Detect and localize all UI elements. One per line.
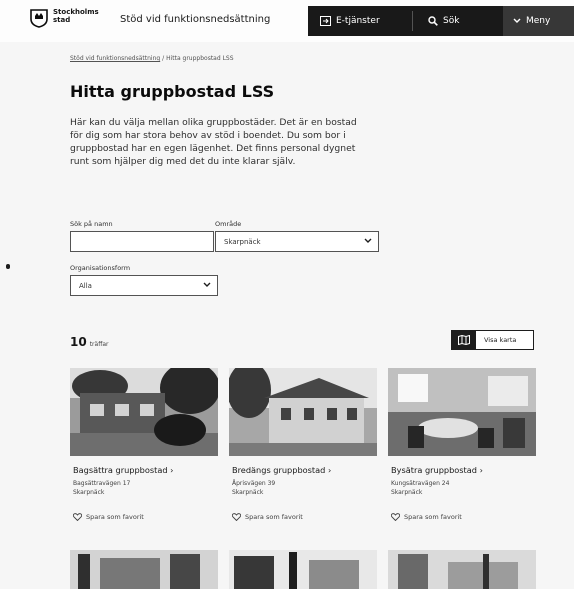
save-favorite-button[interactable]: Spara som favorit: [73, 513, 144, 521]
save-favorite-button[interactable]: Spara som favorit: [391, 513, 462, 521]
menu-button[interactable]: Meny: [503, 6, 574, 36]
area-label: Område: [215, 220, 242, 228]
area-select-value: Skarpnäck: [224, 237, 261, 246]
card-photo: [229, 368, 377, 456]
breadcrumb: Stöd vid funktionsnedsättning / Hitta gr…: [70, 55, 234, 62]
result-card[interactable]: Bysätra gruppbostad › Kungsätravägen 24 …: [388, 368, 536, 528]
show-map-label: Visa karta: [484, 336, 517, 344]
area-select[interactable]: Skarpnäck: [215, 231, 379, 252]
result-card-photo-partial[interactable]: [388, 550, 536, 589]
intro-text: Här kan du välja mellan olika gruppbostä…: [70, 117, 357, 167]
organisation-select-value: Alla: [79, 281, 92, 290]
result-card[interactable]: Bredängs gruppbostad › Åprisvägen 39 Ska…: [229, 368, 377, 528]
search-icon: [428, 16, 438, 26]
card-title-link[interactable]: Bredängs gruppbostad ›: [232, 465, 331, 475]
stockholm-crown-logo-icon[interactable]: [30, 8, 48, 28]
card-title-link[interactable]: Bysätra gruppbostad ›: [391, 465, 483, 475]
page-edge-mark: [6, 264, 10, 269]
save-favorite-label: Spara som favorit: [404, 513, 462, 521]
card-title-link[interactable]: Bagsättra gruppbostad ›: [73, 465, 173, 475]
name-search-input[interactable]: [70, 231, 214, 252]
result-card[interactable]: Bagsättra gruppbostad › Bagsättravägen 1…: [70, 368, 218, 528]
card-area: Skarpnäck: [232, 489, 264, 496]
result-card-photo-partial[interactable]: [70, 550, 218, 589]
logo-text[interactable]: Stockholms stad: [53, 8, 99, 24]
organisation-select[interactable]: Alla: [70, 275, 218, 296]
chevron-down-icon: [364, 238, 372, 243]
card-photo: [70, 368, 218, 456]
breadcrumb-parent-link[interactable]: Stöd vid funktionsnedsättning: [70, 55, 160, 62]
heart-icon: [232, 513, 241, 521]
chevron-down-icon: [203, 282, 211, 287]
card-address: Åprisvägen 39: [232, 480, 276, 487]
card-area: Skarpnäck: [73, 489, 105, 496]
result-count-number: 10: [70, 335, 87, 349]
site-header: Stockholms stad Stöd vid funktionsnedsät…: [0, 0, 574, 42]
page: Stockholms stad Stöd vid funktionsnedsät…: [0, 0, 574, 589]
save-favorite-label: Spara som favorit: [245, 513, 303, 521]
search-label: Sök: [443, 16, 460, 26]
eservices-icon: [320, 16, 331, 26]
result-card-photo-partial[interactable]: [229, 550, 377, 589]
card-area: Skarpnäck: [391, 489, 423, 496]
heart-icon: [391, 513, 400, 521]
show-map-button[interactable]: Visa karta: [451, 330, 534, 350]
result-count-unit: träffar: [89, 341, 109, 348]
card-photo: [388, 368, 536, 456]
save-favorite-label: Spara som favorit: [86, 513, 144, 521]
map-icon-box: [452, 331, 476, 349]
heart-icon: [73, 513, 82, 521]
page-title: Hitta gruppbostad LSS: [70, 82, 275, 101]
top-navigation: E-tjänster Sök Meny: [308, 6, 574, 36]
name-search-label: Sök på namn: [70, 220, 113, 228]
menu-label: Meny: [526, 16, 551, 26]
organisation-label: Organisationsform: [70, 264, 131, 272]
breadcrumb-current: Hitta gruppbostad LSS: [166, 55, 234, 62]
result-count: 10 träffar: [70, 335, 108, 349]
site-title[interactable]: Stöd vid funktionsnedsättning: [120, 14, 270, 25]
eservices-link[interactable]: E-tjänster: [320, 6, 380, 36]
map-icon: [458, 335, 470, 345]
save-favorite-button[interactable]: Spara som favorit: [232, 513, 303, 521]
chevron-down-icon: [513, 18, 521, 23]
nav-divider: [412, 11, 413, 31]
card-address: Bagsättravägen 17: [73, 480, 131, 487]
breadcrumb-separator: /: [162, 55, 165, 62]
search-button[interactable]: Sök: [428, 6, 459, 36]
eservices-label: E-tjänster: [336, 16, 380, 26]
card-address: Kungsätravägen 24: [391, 480, 450, 487]
